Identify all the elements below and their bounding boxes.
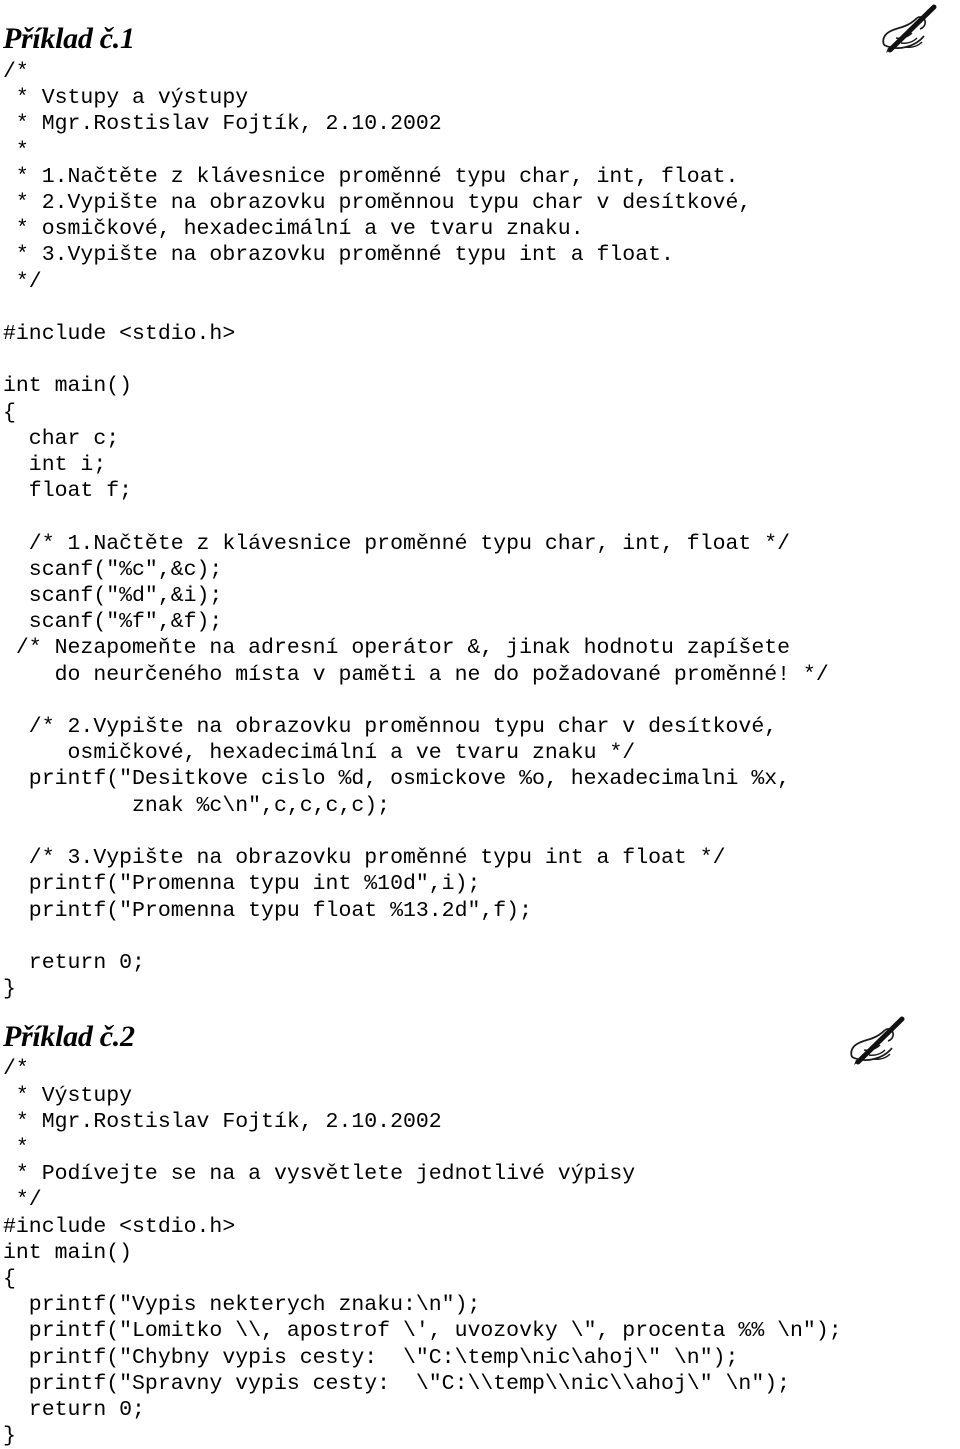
code-line: }: [3, 1424, 16, 1449]
code-line: * Podívejte se na a vysvětlete jednotliv…: [3, 1162, 636, 1187]
example-section-1: Příklad č.1 /* * Vstupy a výstupy * Mgr.…: [0, 0, 960, 1002]
code-line: /*: [3, 1057, 29, 1082]
code-line: {: [3, 1266, 16, 1291]
code-line: return 0;: [3, 1397, 145, 1422]
code-line: scanf("%d",&i);: [3, 584, 223, 609]
code-line: printf("Promenna typu float %13.2d",f);: [3, 898, 532, 923]
code-line: float f;: [3, 479, 133, 504]
code-line: do neurčeného místa v paměti a ne do pož…: [3, 662, 829, 687]
code-line: char c;: [3, 426, 120, 451]
code-line: int main(): [3, 1240, 133, 1265]
code-line: znak %c\n",c,c,c,c);: [3, 793, 391, 818]
code-line: int i;: [3, 453, 107, 478]
code-line: printf("Chybny vypis cesty: \"C:\temp\ni…: [3, 1345, 739, 1370]
code-line: /* 2.Vypište na obrazovku proměnnou typu…: [3, 715, 778, 740]
code-block: /* * Výstupy * Mgr.Rostislav Fojtík, 2.1…: [0, 1054, 960, 1449]
code-line: */: [3, 1188, 42, 1213]
code-line: scanf("%c",&c);: [3, 557, 223, 582]
code-line: /* Nezapomeňte na adresní operátor &, ji…: [3, 636, 791, 661]
example-section-2: Příklad č.2 /* * Výstupy * Mgr.Rostislav…: [0, 1002, 960, 1449]
code-line: *: [3, 138, 29, 163]
code-line: printf("Promenna typu int %10d",i);: [3, 872, 481, 897]
code-line: return 0;: [3, 950, 145, 975]
code-line: * Mgr.Rostislav Fojtík, 2.10.2002: [3, 1109, 442, 1134]
section-title: Příklad č.2: [3, 1020, 135, 1054]
page-title: Příklad č.1: [3, 22, 135, 55]
code-line: #include <stdio.h>: [3, 1214, 236, 1239]
code-line: printf("Vypis nekterych znaku:\n");: [3, 1293, 481, 1318]
code-line: int main(): [3, 374, 133, 399]
code-line: /*: [3, 60, 29, 84]
code-line: * osmičkové, hexadecimální a ve tvaru zn…: [3, 217, 584, 242]
code-line: * Vstupy a výstupy: [3, 86, 249, 111]
code-line: * 2.Vypište na obrazovku proměnnou typu …: [3, 191, 752, 216]
code-line: {: [3, 400, 16, 425]
code-line: printf("Spravny vypis cesty: \"C:\\temp\…: [3, 1371, 791, 1396]
code-line: printf("Lomitko \\, apostrof \', uvozovk…: [3, 1319, 842, 1344]
document-page: Příklad č.1 /* * Vstupy a výstupy * Mgr.…: [0, 0, 960, 1449]
code-line: #include <stdio.h>: [3, 322, 236, 347]
code-line: osmičkové, hexadecimální a ve tvaru znak…: [3, 741, 636, 766]
code-line: /* 3.Vypište na obrazovku proměnné typu …: [3, 846, 726, 871]
code-line: * 3.Vypište na obrazovku proměnné typu i…: [3, 243, 674, 268]
code-line: * Mgr.Rostislav Fojtík, 2.10.2002: [3, 112, 442, 137]
code-line: scanf("%f",&f);: [3, 610, 223, 635]
code-line: */: [3, 269, 42, 294]
code-line: *: [3, 1135, 29, 1160]
code-block: /* * Vstupy a výstupy * Mgr.Rostislav Fo…: [0, 56, 960, 1002]
code-line: /* 1.Načtěte z klávesnice proměnné typu …: [3, 531, 791, 556]
code-line: * 1.Načtěte z klávesnice proměnné typu c…: [3, 164, 739, 189]
code-line: * Výstupy: [3, 1083, 133, 1108]
code-line: }: [3, 977, 16, 1002]
code-line: printf("Desitkove cislo %d, osmickove %o…: [3, 767, 791, 792]
